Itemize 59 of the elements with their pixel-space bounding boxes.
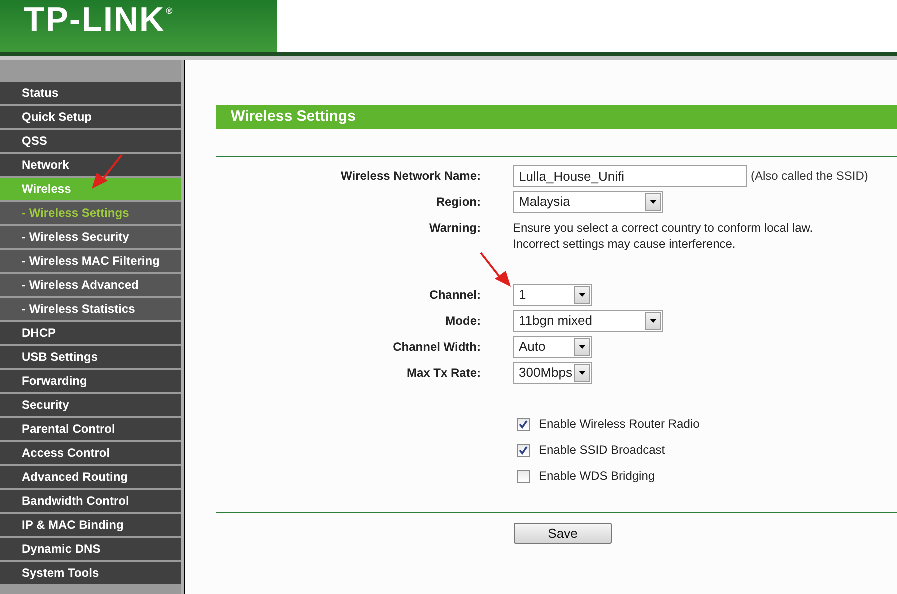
menu-item[interactable]: Quick Setup xyxy=(0,106,181,128)
arrow-icon xyxy=(480,252,512,288)
menu-item[interactable]: - Wireless MAC Filtering xyxy=(0,250,181,272)
panel-title: Wireless Settings xyxy=(216,105,897,129)
caret-icon xyxy=(650,319,656,323)
checkbox[interactable] xyxy=(517,444,530,456)
field-label: Wireless Network Name: xyxy=(340,168,481,185)
caret-icon xyxy=(650,200,656,204)
menu-item[interactable]: Parental Control xyxy=(0,418,181,440)
dropdown-button[interactable] xyxy=(645,312,661,330)
menu-item[interactable]: Advanced Routing xyxy=(0,466,181,488)
field-label: Max Tx Rate: xyxy=(406,365,481,382)
checkbox-label: Enable SSID Broadcast xyxy=(539,442,666,458)
field-label: Mode: xyxy=(444,313,481,330)
menu-item[interactable]: Access Control xyxy=(0,442,181,464)
save-button[interactable]: Save xyxy=(514,523,612,544)
menu-item[interactable]: Bandwidth Control xyxy=(0,490,181,512)
menu-item[interactable]: - Wireless Advanced xyxy=(0,274,181,296)
checkbox[interactable] xyxy=(517,470,530,482)
menu-item[interactable]: Dynamic DNS xyxy=(0,538,181,560)
caret-icon xyxy=(578,293,586,297)
check-icon xyxy=(519,420,528,428)
menu-item[interactable]: IP & MAC Binding xyxy=(0,514,181,536)
field-note: (Also called the SSID) xyxy=(751,168,868,185)
caret-icon xyxy=(578,345,586,349)
select-field[interactable]: 300Mbps xyxy=(513,362,592,384)
menu-item[interactable]: Network xyxy=(0,154,181,176)
warning-text: Ensure you select a correct country to conform local law. xyxy=(513,220,814,236)
checkbox-label: Enable Wireless Router Radio xyxy=(539,416,700,432)
field-label: Channel Width: xyxy=(392,339,481,356)
field-label: Region: xyxy=(435,194,481,211)
menu-item[interactable]: USB Settings xyxy=(0,346,181,368)
menu-item[interactable]: Forwarding xyxy=(0,370,181,392)
warning-text: Incorrect settings may cause interference. xyxy=(513,236,737,252)
arrow-icon xyxy=(91,154,123,190)
menu-item[interactable]: - Wireless Statistics xyxy=(0,298,181,320)
menu-item[interactable]: Status xyxy=(0,82,181,104)
menu-item[interactable]: - Wireless Settings xyxy=(0,202,181,224)
select-field[interactable]: Auto xyxy=(513,336,592,358)
field-label: Channel: xyxy=(428,287,481,304)
caret-icon xyxy=(578,371,586,375)
check-icon xyxy=(519,446,528,454)
dropdown-button[interactable] xyxy=(645,193,661,211)
menu-item[interactable]: - Wireless Security xyxy=(0,226,181,248)
checkbox[interactable] xyxy=(517,418,530,430)
dropdown-button[interactable] xyxy=(574,364,590,382)
dropdown-button[interactable] xyxy=(574,338,590,356)
field-label: Warning: xyxy=(428,220,481,237)
checkbox-label: Enable WDS Bridging xyxy=(539,468,656,484)
text-field[interactable]: Lulla_House_Unifi xyxy=(513,165,747,187)
menu-item[interactable]: System Tools xyxy=(0,562,181,584)
menu-item[interactable]: QSS xyxy=(0,130,181,152)
menu-item[interactable]: Security xyxy=(0,394,181,416)
select-field[interactable]: 11bgn mixed xyxy=(513,310,663,332)
logo: TP-LINK® xyxy=(24,3,174,37)
select-field[interactable]: 1 xyxy=(513,284,592,306)
dropdown-button[interactable] xyxy=(574,286,590,304)
menu-item[interactable]: DHCP xyxy=(0,322,181,344)
select-field[interactable]: Malaysia xyxy=(513,191,663,213)
